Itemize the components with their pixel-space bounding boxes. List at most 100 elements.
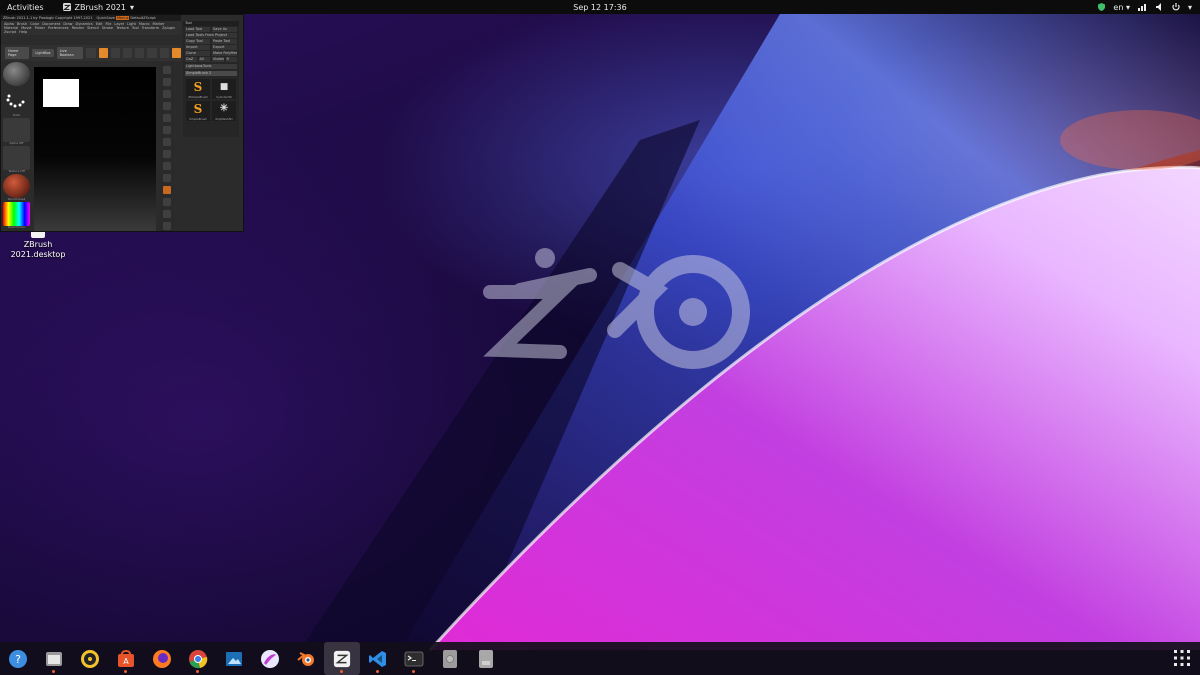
- import-button[interactable]: Import: [185, 45, 210, 50]
- zoom3d-button[interactable]: [163, 198, 171, 206]
- tool-thumb-cylinder3d[interactable]: ■ Cylinder3D: [212, 79, 236, 99]
- chevron-down-icon[interactable]: ▾: [1188, 3, 1192, 12]
- bpr-button[interactable]: [163, 66, 171, 74]
- symmetry-button[interactable]: [159, 48, 169, 58]
- running-indicator: [412, 670, 415, 673]
- power-icon[interactable]: [1172, 3, 1180, 11]
- removable-drive-icon: [479, 649, 493, 668]
- persp-button[interactable]: [163, 126, 171, 134]
- volume-icon[interactable]: [1155, 3, 1164, 11]
- home-page-button[interactable]: Home Page: [5, 47, 30, 59]
- terminal-icon: [404, 651, 424, 666]
- drive-icon: [443, 649, 457, 668]
- move-button[interactable]: [110, 48, 120, 58]
- rotate-button[interactable]: [135, 48, 145, 58]
- app-menu[interactable]: ZBrush 2021 ▾: [62, 3, 134, 12]
- xyz-button[interactable]: [163, 162, 171, 170]
- move-view-button[interactable]: [163, 186, 171, 194]
- zbrush-menu-tool[interactable]: Tool: [132, 26, 139, 30]
- dock-software-store[interactable]: A: [108, 642, 144, 675]
- rotate-view-button[interactable]: [163, 210, 171, 218]
- gizmo-button[interactable]: [147, 48, 157, 58]
- dock-vscode[interactable]: [360, 642, 396, 675]
- dock-drive[interactable]: [432, 642, 468, 675]
- dock-removable-drive[interactable]: [468, 642, 504, 675]
- current-tool-slider[interactable]: SimpleBrush 2: [185, 71, 237, 76]
- live-boolean-button[interactable]: Live Boolean: [56, 47, 84, 59]
- dock-zbrush[interactable]: [324, 642, 360, 675]
- zbrush-canvas[interactable]: [34, 67, 156, 231]
- brush-slot[interactable]: [3, 62, 30, 86]
- zbrush-menu-picker[interactable]: Picker: [35, 26, 45, 30]
- tool-panel: Tool Load Tool Save As Load Tools From Pr…: [183, 21, 239, 137]
- zbrush-menu-stencil[interactable]: Stencil: [87, 26, 99, 30]
- all-button[interactable]: All: [198, 57, 210, 62]
- show-applications-icon[interactable]: [1174, 650, 1190, 666]
- transp-button[interactable]: [163, 222, 171, 230]
- edit-button[interactable]: [86, 48, 96, 58]
- dock-krita[interactable]: [252, 642, 288, 675]
- mrgb-button[interactable]: [171, 48, 182, 58]
- image-viewer-icon: [226, 651, 242, 666]
- language-label: en: [1113, 2, 1124, 12]
- paste-tool-button[interactable]: Paste Tool: [212, 39, 237, 44]
- zbrush-menubar: Alpha Brush Color Document Draw Dynamics Edit F…: [1, 21, 181, 35]
- tool-thumb-simplebrush[interactable]: S SimpleBrush: [186, 101, 210, 121]
- firefox-icon: [153, 649, 171, 668]
- floor-button[interactable]: [163, 138, 171, 146]
- dock-rhythmbox[interactable]: [72, 642, 108, 675]
- default-zscript-button[interactable]: DefaultZScript: [130, 16, 155, 20]
- draw-button[interactable]: [98, 48, 108, 58]
- material-slot[interactable]: SkinShade4: [3, 174, 30, 201]
- tool-thumb-zsimplebrush[interactable]: S ZSimpleBrush: [186, 79, 210, 99]
- dock-files[interactable]: [36, 642, 72, 675]
- texture-slot[interactable]: Texture Off: [3, 146, 30, 173]
- shield-icon[interactable]: [1098, 3, 1106, 11]
- aahalf-button[interactable]: [163, 114, 171, 122]
- zbrush-window[interactable]: ZBrush 2021.1.1 by Pixologic Copyright 1…: [0, 14, 244, 232]
- local-button[interactable]: [163, 150, 171, 158]
- dock-terminal[interactable]: [396, 642, 432, 675]
- tool-thumb-polymesh3d[interactable]: ✳ PolyMesh3D: [212, 101, 236, 121]
- zbrush-menu-render[interactable]: Render: [72, 26, 84, 30]
- spix-button[interactable]: [163, 78, 171, 86]
- visible-button[interactable]: Visible: [212, 57, 224, 62]
- zbrush-menu-zplugin[interactable]: Zplugin: [162, 26, 175, 30]
- frame-button[interactable]: [163, 174, 171, 182]
- alpha-slot[interactable]: Alpha Off: [3, 118, 30, 145]
- dock-firefox[interactable]: [144, 642, 180, 675]
- network-icon[interactable]: [1137, 3, 1148, 11]
- zoom-button[interactable]: [163, 90, 171, 98]
- zbrush-menu-preferences[interactable]: Preferences: [48, 26, 69, 30]
- menus-toggle[interactable]: Menus: [115, 16, 130, 20]
- dock-help[interactable]: ?: [0, 642, 36, 675]
- color-picker[interactable]: SwitchColor: [3, 202, 30, 229]
- activities-button[interactable]: Activities: [0, 3, 51, 12]
- clone-button[interactable]: Clone: [185, 51, 210, 56]
- dock-chrome[interactable]: [180, 642, 216, 675]
- quicksave-button[interactable]: QuickSave: [96, 16, 115, 20]
- clock[interactable]: Sep 12 17:36: [0, 3, 1200, 12]
- stroke-slot[interactable]: Dots: [3, 90, 30, 117]
- r-button[interactable]: R: [225, 57, 237, 62]
- actual-button[interactable]: [163, 102, 171, 110]
- scale-button[interactable]: [122, 48, 133, 58]
- lightbox-button[interactable]: LightBox: [32, 49, 54, 57]
- make-polymesh-button[interactable]: Make PolyMesh3D: [212, 51, 237, 56]
- zbrush-menu-help[interactable]: Help: [19, 30, 27, 34]
- zbrush-menu-transform[interactable]: Transform: [142, 26, 159, 30]
- zbrush-menu-texture[interactable]: Texture: [116, 26, 129, 30]
- dock-image-viewer[interactable]: [216, 642, 252, 675]
- export-button[interactable]: Export: [212, 45, 237, 50]
- tool-panel-header[interactable]: Tool: [183, 21, 239, 26]
- language-indicator[interactable]: en ▾: [1113, 3, 1130, 12]
- zbrush-menu-zscript[interactable]: Zscript: [4, 30, 16, 34]
- save-as-button[interactable]: Save As: [212, 27, 237, 32]
- load-tools-from-project-button[interactable]: Load Tools From Project: [185, 33, 237, 38]
- load-tool-button[interactable]: Load Tool: [185, 27, 210, 32]
- goz-button[interactable]: GoZ: [185, 57, 197, 62]
- copy-tool-button[interactable]: Copy Tool: [185, 39, 210, 44]
- zbrush-menu-stroke[interactable]: Stroke: [102, 26, 113, 30]
- dock-blender[interactable]: [288, 642, 324, 675]
- lightbox-tools-button[interactable]: Lightbox▸Tools: [185, 64, 237, 69]
